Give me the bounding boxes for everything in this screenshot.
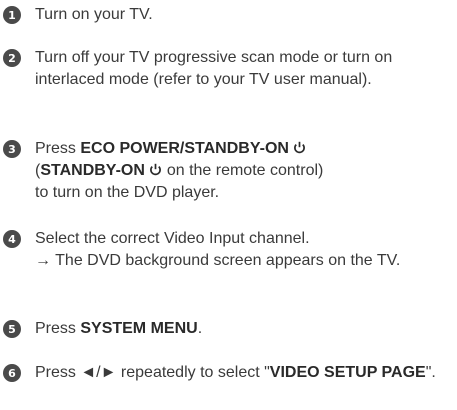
step-number-badge: 4 xyxy=(3,230,21,248)
step-text-suffix: . xyxy=(197,320,203,337)
button-name-standby-on: STANDBY-ON xyxy=(40,162,145,179)
instruction-page: 1 Turn on your TV. 2 Turn off your TV pr… xyxy=(0,0,457,410)
step-text-main: Select the correct Video Input channel. xyxy=(35,230,310,247)
step-text: Turn off your TV progressive scan mode o… xyxy=(35,49,393,88)
menu-name-video-setup: VIDEO SETUP PAGE xyxy=(269,364,426,381)
step-text: Select the correct Video Input channel. … xyxy=(35,228,453,272)
button-name-system-menu: SYSTEM MENU xyxy=(80,320,198,337)
step-number-badge: 3 xyxy=(3,140,21,158)
step-text-prefix: Press xyxy=(35,364,81,381)
power-icon xyxy=(149,163,162,176)
step-number-badge: 2 xyxy=(3,49,21,67)
step-result-text: The DVD background screen appears on the… xyxy=(55,252,401,269)
step-text-tail: to turn on the DVD player. xyxy=(35,184,220,201)
step-text-prefix: Press xyxy=(35,320,81,337)
step-number-badge: 6 xyxy=(3,364,21,382)
step-number-badge: 1 xyxy=(3,6,21,24)
button-name-eco-power: ECO POWER/STANDBY-ON xyxy=(80,140,289,157)
step-text-mid: on the remote control) xyxy=(162,162,324,179)
step-text-suffix: ". xyxy=(425,364,436,381)
step-text: Press ECO POWER/STANDBY-ON (STANDBY-ON o… xyxy=(35,138,453,204)
left-right-keys: ◄/► xyxy=(80,364,117,381)
step-text: Press SYSTEM MENU. xyxy=(35,318,453,340)
result-arrow-icon: → xyxy=(35,252,51,269)
power-icon xyxy=(293,141,306,154)
step-text: Press ◄/► repeatedly to select "VIDEO SE… xyxy=(35,362,453,384)
step-text-middle: repeatedly to select " xyxy=(116,364,270,381)
step-text-prefix: Press xyxy=(35,140,81,157)
step-number-badge: 5 xyxy=(3,320,21,338)
step-text: Turn on your TV. xyxy=(35,6,153,23)
